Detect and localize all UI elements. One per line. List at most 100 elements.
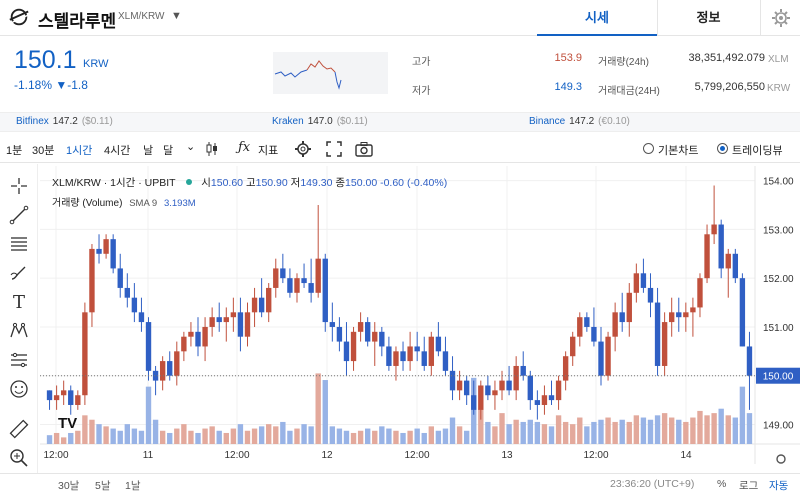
y-tick-label: 153.00 bbox=[763, 225, 794, 236]
candle-body bbox=[315, 258, 321, 293]
volume-bar bbox=[60, 437, 67, 444]
volume-bar bbox=[676, 419, 682, 444]
volume-bar bbox=[167, 432, 173, 444]
range-1d[interactable]: 1날 bbox=[125, 478, 141, 493]
candle-body bbox=[456, 380, 463, 391]
volume-bar bbox=[174, 428, 180, 444]
volume-bar bbox=[301, 424, 307, 444]
basic-chart-radio[interactable] bbox=[643, 143, 654, 154]
volume-bar bbox=[195, 432, 201, 444]
volume-bar bbox=[612, 421, 618, 444]
candle-body bbox=[697, 278, 703, 308]
volume-bar bbox=[548, 426, 555, 444]
trading-view-radio[interactable] bbox=[717, 143, 728, 154]
candle-body bbox=[400, 351, 406, 362]
interval-4h[interactable]: 4시간 bbox=[104, 142, 130, 158]
interval-month[interactable]: 달 bbox=[163, 142, 173, 158]
volume-bar bbox=[683, 421, 689, 444]
legend-change: -0.60 (-0.40%) bbox=[380, 177, 448, 189]
volume-bar bbox=[251, 428, 258, 444]
candle-body bbox=[145, 322, 152, 371]
candle-body bbox=[591, 326, 597, 342]
x-tick-label: 12 bbox=[321, 450, 333, 461]
percent-toggle[interactable]: % bbox=[717, 478, 726, 490]
volume-bar bbox=[131, 428, 138, 444]
candle-body bbox=[216, 317, 222, 323]
volume-bar bbox=[414, 428, 420, 444]
exchange-binance[interactable]: Binance 147.2 (€0.10) bbox=[529, 116, 630, 127]
candle-body bbox=[167, 361, 173, 376]
candle-body bbox=[379, 331, 385, 347]
y-tick-label: 152.00 bbox=[763, 274, 794, 285]
candle-body bbox=[683, 312, 689, 318]
volume-bar bbox=[442, 428, 449, 444]
volume-bar bbox=[159, 430, 166, 444]
time-axis-settings-icon[interactable] bbox=[776, 454, 786, 464]
candle-body bbox=[195, 331, 201, 347]
screenshot-camera-icon[interactable] bbox=[355, 141, 373, 157]
volume-bar bbox=[456, 426, 463, 444]
candle-body bbox=[661, 322, 668, 366]
candle-body bbox=[287, 278, 293, 293]
volume-bar bbox=[591, 421, 597, 444]
volume-bar bbox=[329, 426, 336, 444]
interval-day[interactable]: 날 bbox=[143, 142, 153, 158]
candle-body bbox=[421, 351, 427, 366]
interval-more-caret-icon[interactable]: ⌄ bbox=[186, 140, 195, 153]
fullscreen-icon[interactable] bbox=[326, 141, 342, 157]
candle-style-icon[interactable] bbox=[205, 141, 219, 157]
coin-select-caret-icon[interactable]: ▼ bbox=[171, 10, 182, 22]
trading-view-label: 트레이딩뷰 bbox=[732, 145, 783, 157]
volume-bar bbox=[280, 421, 286, 444]
candle-body bbox=[704, 234, 710, 279]
candle-body bbox=[407, 346, 413, 362]
volume-bar bbox=[181, 424, 187, 444]
candle-body bbox=[124, 287, 130, 298]
volume-bar bbox=[343, 430, 350, 444]
interval-1h[interactable]: 1시간 bbox=[66, 142, 92, 158]
candle-body bbox=[96, 248, 102, 254]
exchange-kraken[interactable]: Kraken 147.0 ($0.11) bbox=[272, 116, 368, 127]
candle-body bbox=[506, 380, 512, 391]
candle-body bbox=[711, 224, 717, 235]
volume-bar bbox=[273, 426, 279, 444]
candle-body bbox=[562, 356, 569, 381]
range-5d[interactable]: 5날 bbox=[95, 478, 111, 493]
volume-bar bbox=[499, 413, 505, 444]
candle-body bbox=[138, 312, 145, 323]
auto-toggle[interactable]: 자동 bbox=[769, 478, 788, 493]
chart-settings-icon[interactable] bbox=[294, 140, 312, 158]
candle-body bbox=[478, 385, 484, 410]
volume-bar bbox=[520, 421, 526, 444]
volume-bar bbox=[315, 373, 321, 444]
candle-body bbox=[442, 351, 449, 371]
candle-body bbox=[237, 312, 244, 337]
indicator-fx-icon[interactable]: ƒx bbox=[238, 140, 250, 155]
volume-bar bbox=[379, 426, 385, 444]
volume-bar bbox=[223, 432, 229, 444]
settings-gear-icon[interactable] bbox=[760, 0, 800, 36]
log-toggle[interactable]: 로그 bbox=[739, 478, 758, 493]
price-chart[interactable]: 154.00 153.00 152.00 151.00 150.00 149.00 12:0… bbox=[0, 164, 800, 473]
indicator-button[interactable]: 지표 bbox=[258, 142, 278, 158]
interval-1m[interactable]: 1분 bbox=[6, 142, 22, 158]
tab-market[interactable]: 시세 bbox=[537, 0, 657, 36]
interval-30m[interactable]: 30분 bbox=[32, 142, 54, 158]
price-change: -1.18% ▼-1.8 bbox=[14, 78, 88, 92]
candle-body bbox=[520, 365, 526, 376]
coin-pair: XLM/KRW bbox=[118, 11, 165, 22]
volume-bar bbox=[357, 430, 364, 444]
volume-bar bbox=[117, 430, 123, 444]
legend-close: 150.00 bbox=[345, 177, 378, 189]
candle-body bbox=[676, 312, 682, 318]
volume-bar bbox=[577, 417, 583, 444]
candle-body bbox=[485, 385, 491, 396]
tab-info[interactable]: 정보 bbox=[657, 0, 759, 36]
candle-body bbox=[647, 287, 654, 303]
candle-body bbox=[640, 273, 647, 288]
range-30d[interactable]: 30날 bbox=[58, 478, 79, 493]
exchange-bitfinex[interactable]: Bitfinex 147.2 ($0.11) bbox=[16, 116, 113, 127]
candle-body bbox=[739, 278, 746, 347]
price-unit: KRW bbox=[83, 58, 109, 70]
volume-bar bbox=[661, 413, 668, 444]
